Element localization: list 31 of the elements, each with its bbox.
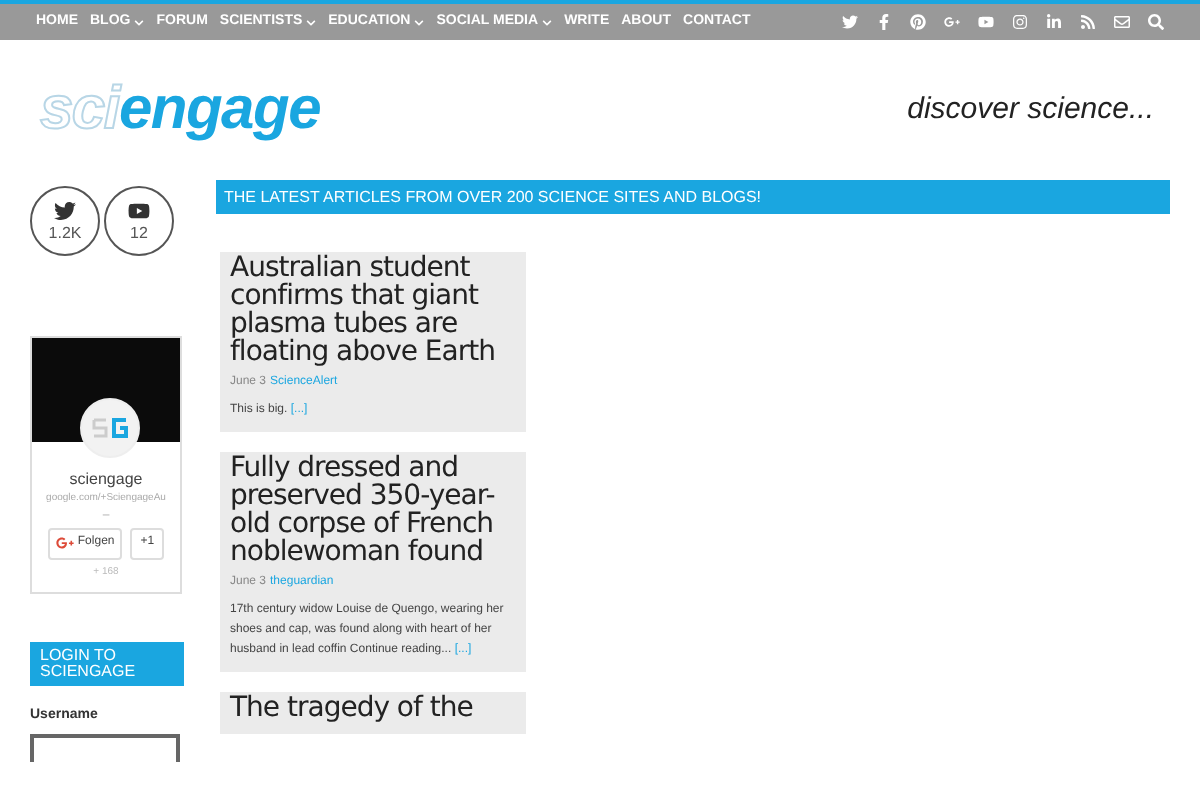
chevron-icon	[134, 17, 145, 27]
bird-icon	[54, 200, 76, 222]
follower-count: 12	[130, 226, 148, 242]
chevron-icon	[414, 17, 425, 27]
pinterest-icon[interactable]	[910, 14, 926, 30]
social-count-badge[interactable]: 12	[104, 186, 174, 256]
youtube-icon	[128, 200, 150, 222]
linkedin-icon[interactable]	[1046, 14, 1062, 30]
profile-name: sciengage	[69, 468, 143, 492]
bird-icon[interactable]	[842, 14, 858, 30]
follower-count: 1.2K	[48, 226, 82, 242]
camera-icon[interactable]	[1012, 14, 1028, 30]
rss-icon[interactable]	[1080, 14, 1096, 30]
article-title[interactable]: Fully dressed and preserved 350-year-old corpse of French noblewoman found	[230, 454, 516, 566]
login-heading: LOGIN TO SCIENGAGE	[30, 642, 184, 686]
tagline: discover science...	[907, 89, 1154, 130]
articles-banner: THE LATEST ARTICLES FROM OVER 200 SCIENCE SITES AND BLOGS!	[216, 180, 1170, 214]
youtube-icon[interactable]	[978, 14, 994, 30]
username-input-field[interactable]	[30, 733, 180, 761]
google-plus-icon[interactable]	[944, 14, 960, 30]
sg-logo-icon	[90, 414, 130, 442]
article-title[interactable]: The tragedy of the	[230, 694, 516, 722]
chevron-icon	[542, 17, 553, 27]
google-plus-icon	[55, 534, 74, 552]
envelope-icon[interactable]	[1114, 14, 1130, 30]
site-logo[interactable]: sciengage	[40, 80, 320, 140]
facebook-icon[interactable]	[876, 14, 892, 30]
search-icon[interactable]	[1148, 14, 1164, 30]
article-title[interactable]: Australian student confirms that giant plasma tubes are floating above Earth	[230, 254, 516, 366]
social-count-badge[interactable]: 1.2K	[30, 186, 100, 256]
chevron-icon	[306, 17, 317, 27]
